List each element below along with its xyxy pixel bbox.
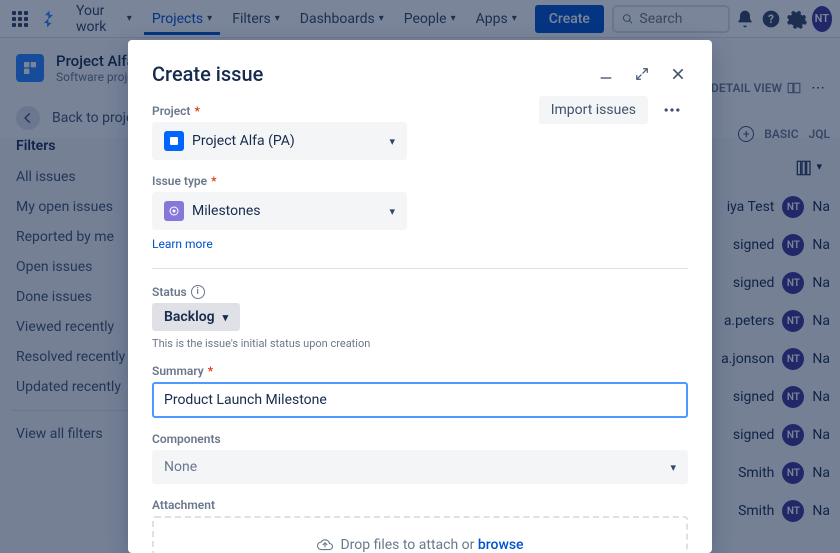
issuetype-field-label: Issue type: [152, 174, 207, 188]
project-value: Project Alfa (PA): [192, 133, 295, 149]
project-badge-icon: [164, 131, 184, 151]
chevron-down-icon: ▾: [670, 461, 676, 474]
upload-icon: [316, 536, 334, 553]
attachment-dropzone[interactable]: Drop files to attach or browse: [152, 516, 688, 553]
project-select[interactable]: Project Alfa (PA) ▾: [152, 122, 407, 160]
components-select[interactable]: None ▾: [152, 450, 688, 484]
summary-field-label: Summary: [152, 364, 204, 378]
status-value: Backlog: [164, 309, 215, 325]
status-field-label: Status: [152, 285, 187, 299]
components-value: None: [164, 459, 197, 475]
create-issue-modal: Create issue Import issues Project* Proj…: [128, 40, 712, 553]
divider: [152, 268, 688, 269]
dropzone-text: Drop files to attach or: [340, 537, 477, 553]
chevron-down-icon: ▾: [389, 135, 395, 148]
close-icon[interactable]: [668, 64, 688, 84]
minimize-icon[interactable]: [596, 64, 616, 84]
more-options-icon[interactable]: [656, 94, 688, 126]
browse-link[interactable]: browse: [478, 537, 524, 553]
issuetype-value: Milestones: [192, 203, 261, 219]
project-field-label: Project: [152, 104, 190, 118]
issuetype-select[interactable]: Milestones ▾: [152, 192, 407, 230]
summary-input[interactable]: [152, 382, 688, 418]
modal-title: Create issue: [152, 62, 596, 86]
attachment-field-label: Attachment: [152, 498, 215, 512]
info-icon[interactable]: i: [191, 285, 205, 299]
chevron-down-icon: ▾: [389, 205, 395, 218]
status-select[interactable]: Backlog ▾: [152, 303, 240, 331]
expand-icon[interactable]: [632, 64, 652, 84]
milestone-badge-icon: [164, 201, 184, 221]
chevron-down-icon: ▾: [223, 311, 229, 324]
status-helper: This is the issue's initial status upon …: [152, 337, 688, 350]
import-issues-button[interactable]: Import issues: [539, 96, 648, 124]
components-field-label: Components: [152, 432, 221, 446]
learn-more-link[interactable]: Learn more: [152, 237, 213, 251]
